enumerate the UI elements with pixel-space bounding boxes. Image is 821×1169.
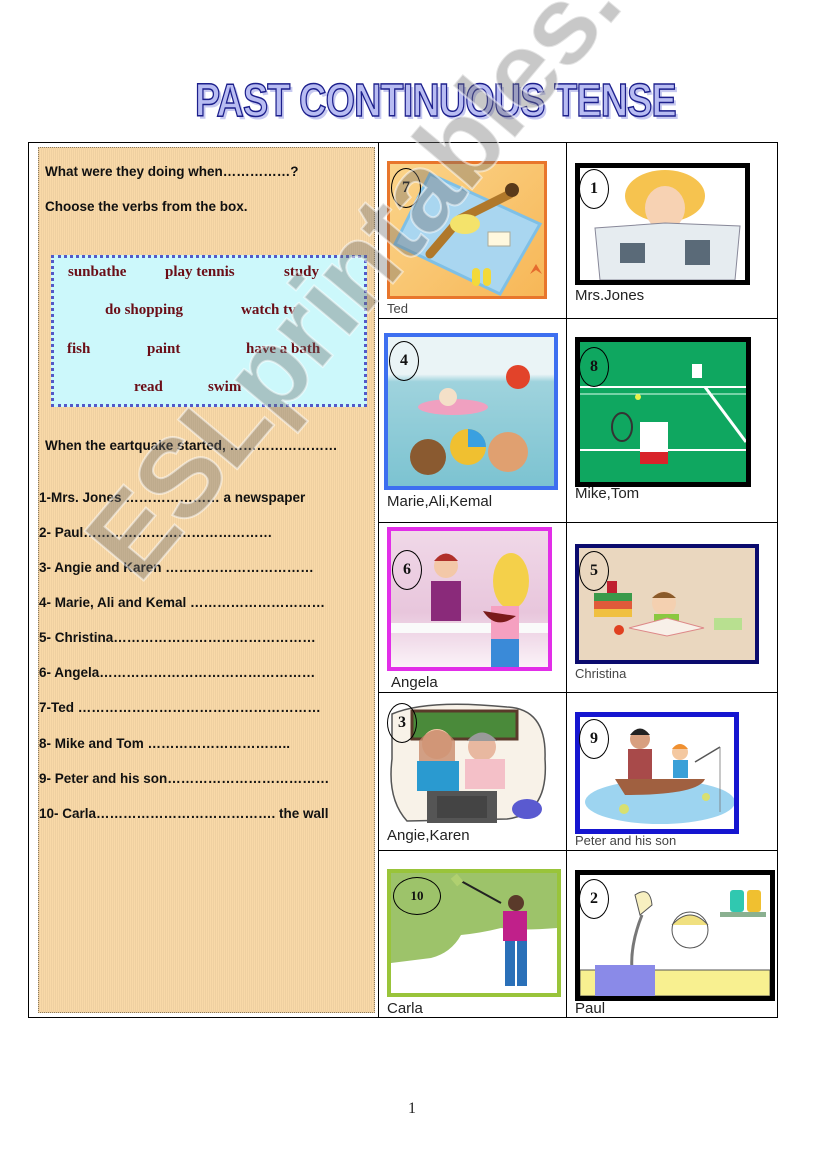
verb-item: fish (67, 341, 91, 357)
question-6: 6- Angela………………………………………… (39, 665, 316, 680)
picture-caption: Peter and his son (575, 833, 677, 848)
picture-caption: Angie,Karen (387, 827, 470, 844)
worksheet-title: PAST CONTINUOUS TENSE (194, 73, 677, 127)
picture-cell-paul: 2 Paul (566, 851, 778, 1017)
picture-caption: Paul (575, 1000, 606, 1017)
verb-box: sunbathe play tennis study do shopping w… (51, 255, 367, 407)
picture-caption: Mrs.Jones (575, 287, 645, 304)
picture-caption: Christina (575, 666, 627, 681)
picture-number: 1 (579, 169, 609, 209)
question-7: 7-Ted ……………………………………………… (39, 700, 321, 715)
prompt-earthquake: When the eartquake started, …………………… (45, 438, 338, 453)
picture-caption: Marie,Ali,Kemal (387, 493, 493, 510)
picture-number: 7 (391, 168, 421, 208)
question-1: 1-Mrs. Jones ………………… a newspaper (39, 490, 306, 505)
picture-cell-mrs-jones: 1 Mrs.Jones (566, 143, 778, 319)
verb-item: sunbathe (68, 264, 127, 280)
question-5: 5- Christina……………………………………… (39, 630, 316, 645)
worksheet-table: What were they doing when……………? Choose t… (28, 142, 778, 1018)
question-3: 3- Angie and Karen …………………………… (39, 560, 314, 575)
picture-caption: Angela (391, 674, 438, 691)
verb-item: do shopping (105, 302, 183, 318)
question-4: 4- Marie, Ali and Kemal ………………………… (39, 595, 326, 610)
picture-number: 8 (579, 347, 609, 387)
shopping-illustration-icon (391, 553, 548, 667)
picture-cell-carla: 10 Carla (379, 851, 566, 1017)
question-10: 10- Carla…………………………………. the wall (39, 806, 329, 821)
picture-number: 10 (393, 877, 441, 915)
verb-item: read (134, 379, 163, 395)
exercise-panel: What were they doing when……………? Choose t… (38, 147, 375, 1013)
picture-number: 2 (579, 879, 609, 919)
verb-item: play tennis (165, 264, 235, 280)
exercise-column: What were they doing when……………? Choose t… (29, 143, 379, 1017)
picture-cell-christina: 5 Christina (566, 523, 778, 693)
picture-cell-marie-ali-kemal: 4 Marie,Ali,Kemal (379, 319, 566, 523)
picture-number: 9 (579, 719, 609, 759)
shopping-picture (387, 527, 552, 671)
verb-item: study (284, 264, 320, 280)
question-8: 8- Mike and Tom ………………………….. (39, 736, 291, 751)
picture-cell-angie-karen: 3 Angie,Karen (379, 693, 566, 851)
instruction-choose: Choose the verbs from the box. (45, 199, 248, 214)
picture-cell-peter-son: 9 Peter and his son (566, 693, 778, 851)
picture-cell-angela: 6 Angela (379, 523, 566, 693)
question-2: 2- Paul…………………………………… (39, 525, 273, 540)
picture-number: 6 (392, 550, 422, 590)
verb-item: swim (208, 379, 242, 395)
picture-number: 4 (389, 341, 419, 381)
verb-item: watch tv (241, 302, 296, 318)
picture-caption: Carla (387, 1000, 423, 1017)
picture-caption: Mike,Tom (575, 485, 640, 502)
picture-cell-ted: 7 Ted (379, 143, 566, 319)
picture-caption: Ted (387, 301, 408, 316)
page-number: 1 (408, 1100, 416, 1117)
picture-number: 3 (387, 703, 417, 743)
picture-number: 5 (579, 551, 609, 591)
question-9: 9- Peter and his son……………………………… (39, 771, 330, 786)
verb-item: have a bath (246, 341, 321, 357)
instruction-question: What were they doing when……………? (45, 164, 299, 179)
picture-cell-mike-tom: 8 Mike,Tom (566, 319, 778, 523)
verb-item: paint (147, 341, 181, 357)
